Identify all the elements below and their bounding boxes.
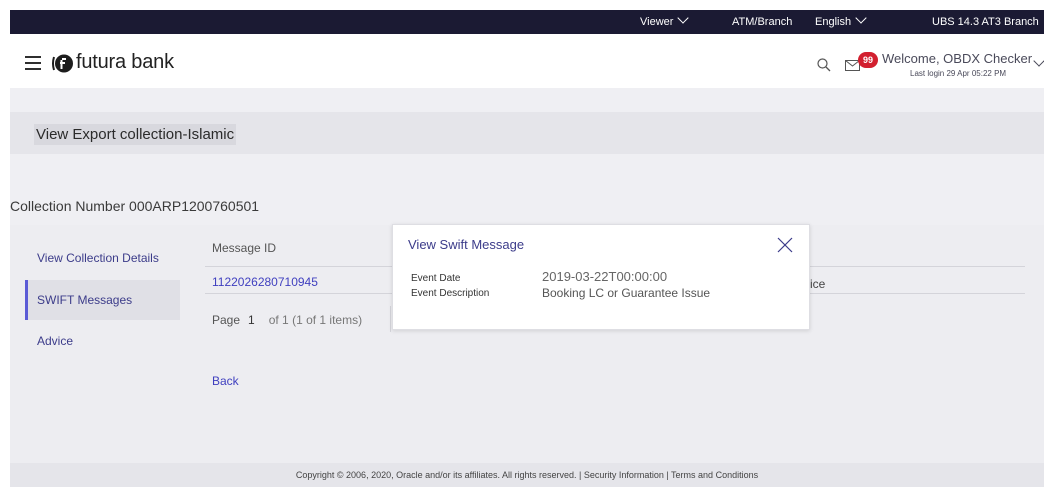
page-title: View Export collection-Islamic — [34, 124, 237, 145]
welcome-text[interactable]: Welcome, OBDX Checker — [882, 51, 1032, 66]
viewer-dropdown[interactable]: Viewer — [640, 10, 690, 34]
event-date-label: Event Date — [411, 273, 461, 284]
sidebar-item-swift-messages[interactable]: SWIFT Messages — [25, 280, 180, 320]
brand-name: futura bank — [76, 51, 174, 73]
menu-icon[interactable] — [25, 56, 41, 70]
notification-badge: 99 — [858, 52, 878, 68]
bank-logo-icon — [52, 54, 73, 73]
language-label: English — [815, 16, 852, 28]
footer-text: Copyright © 2006, 2020, Oracle and/or it… — [295, 470, 759, 480]
sidebar-item-advice[interactable]: Advice — [25, 321, 73, 361]
collection-number: Collection Number 000ARP1200760501 — [10, 198, 260, 214]
event-date-value: 2019-03-22T00:00:00 — [542, 269, 668, 284]
column-header-message-id: Message ID — [212, 241, 277, 255]
table-cell-type: ice — [810, 277, 826, 291]
page-title-text: View Export collection-Islamic — [34, 124, 237, 145]
page-footer: Copyright © 2006, 2020, Oracle and/or it… — [10, 463, 1044, 487]
atm-branch-link[interactable]: ATM/Branch — [732, 10, 792, 34]
page-count: of 1 (1 of 1 items) — [268, 313, 363, 327]
chevron-down-icon[interactable] — [1033, 55, 1044, 67]
last-login-text: Last login 29 Apr 05:22 PM — [910, 69, 1007, 78]
close-icon[interactable] — [777, 237, 793, 253]
pagination: Page 1 of 1 (1 of 1 items) — [212, 313, 362, 327]
sidebar-item-view-collection-details[interactable]: View Collection Details — [25, 238, 159, 278]
event-description-value: Booking LC or Guarantee Issue — [542, 286, 711, 300]
modal-title: View Swift Message — [408, 237, 525, 252]
sidebar-item-label: View Collection Details — [37, 251, 159, 265]
swift-message-modal: View Swift Message Event Date 2019-03-22… — [392, 224, 810, 330]
sidebar-item-label: SWIFT Messages — [37, 293, 133, 307]
page-number[interactable]: 1 — [248, 313, 255, 327]
language-dropdown[interactable]: English — [815, 10, 867, 34]
pagination-divider — [390, 306, 391, 332]
message-id-link[interactable]: 1122026280710945 — [212, 275, 318, 289]
sidebar-item-label: Advice — [37, 334, 74, 348]
app-header: futura bank 99 Welcome, OBDX Checker Las… — [10, 34, 1044, 87]
app-page: Viewer ATM/Branch English UBS 14.3 AT3 B… — [0, 0, 1044, 487]
viewer-label: Viewer — [640, 16, 674, 28]
chevron-down-icon — [855, 12, 867, 24]
active-indicator — [25, 280, 28, 320]
search-icon[interactable] — [817, 58, 831, 72]
page-label: Page — [212, 313, 241, 327]
branch-selector[interactable]: UBS 14.3 AT3 Branch — [932, 10, 1039, 34]
chevron-down-icon — [677, 12, 690, 24]
back-button[interactable]: Back — [212, 374, 239, 388]
event-description-label: Event Description — [411, 288, 490, 299]
top-utility-bar: Viewer ATM/Branch English UBS 14.3 AT3 B… — [10, 10, 1044, 34]
